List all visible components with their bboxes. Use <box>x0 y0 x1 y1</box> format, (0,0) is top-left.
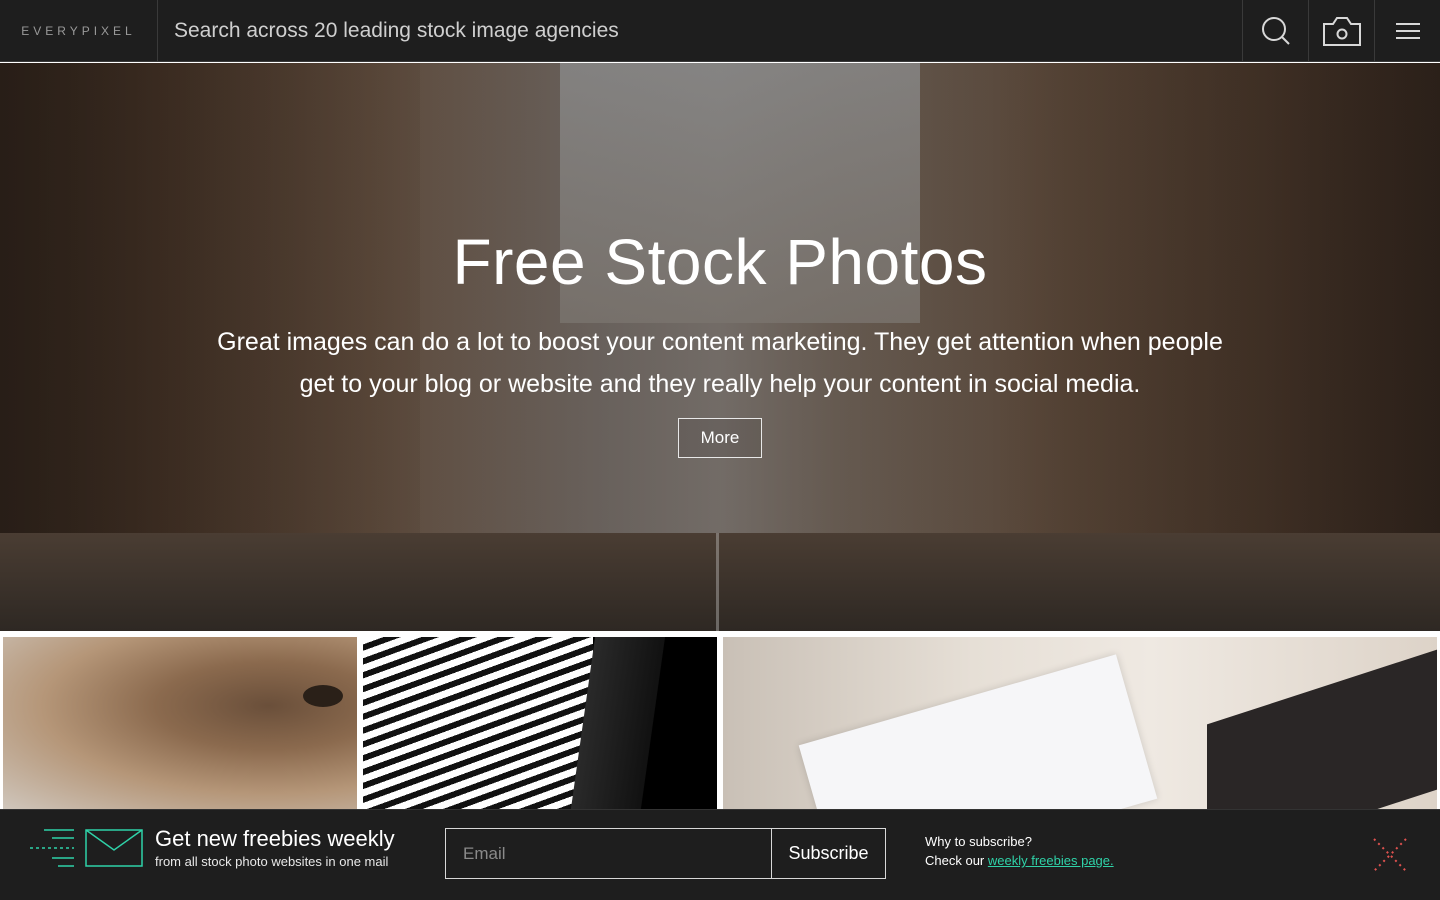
hero-lane-line <box>716 533 719 631</box>
camera-search-button[interactable] <box>1308 0 1374 62</box>
newsletter-bar: Get new freebies weekly from all stock p… <box>0 809 1440 900</box>
newsletter-title: Get new freebies weekly <box>155 826 395 851</box>
building-stripes <box>363 637 593 809</box>
thumbnail-paper[interactable] <box>723 637 1437 809</box>
check-freebies-text: Check our weekly freebies page. <box>925 853 1114 868</box>
bear-eye <box>303 685 343 707</box>
hero-description: Great images can do a lot to boost your … <box>217 328 1223 398</box>
hero-title: Free Stock Photos <box>452 226 988 298</box>
more-button[interactable]: More <box>678 418 762 458</box>
subscribe-button[interactable]: Subscribe <box>771 828 886 879</box>
menu-icon <box>1395 23 1420 39</box>
search-input[interactable] <box>159 0 1241 62</box>
close-icon[interactable] <box>1372 837 1408 873</box>
hero-banner: Free Stock Photos Great images can do a … <box>0 63 1440 631</box>
weekly-freebies-link[interactable]: weekly freebies page. <box>988 853 1114 868</box>
search-button[interactable] <box>1242 0 1308 62</box>
newsletter-subtitle: from all stock photo websites in one mai… <box>155 854 389 869</box>
logo[interactable]: EVERYPIXEL <box>0 0 158 62</box>
thumbnail-building[interactable] <box>363 637 717 809</box>
email-field[interactable] <box>445 828 772 879</box>
mail-icon <box>30 829 143 867</box>
why-subscribe-text: Why to subscribe? <box>925 834 1032 849</box>
search-icon <box>1261 17 1290 45</box>
menu-button[interactable] <box>1374 0 1440 62</box>
dark-object <box>1207 649 1437 809</box>
paper-sheet <box>798 654 1158 809</box>
hero-street <box>0 533 1440 631</box>
check-prefix: Check our <box>925 853 988 868</box>
thumbnail-bear[interactable] <box>3 637 357 809</box>
camera-icon <box>1322 17 1361 46</box>
top-bar: EVERYPIXEL <box>0 0 1440 62</box>
